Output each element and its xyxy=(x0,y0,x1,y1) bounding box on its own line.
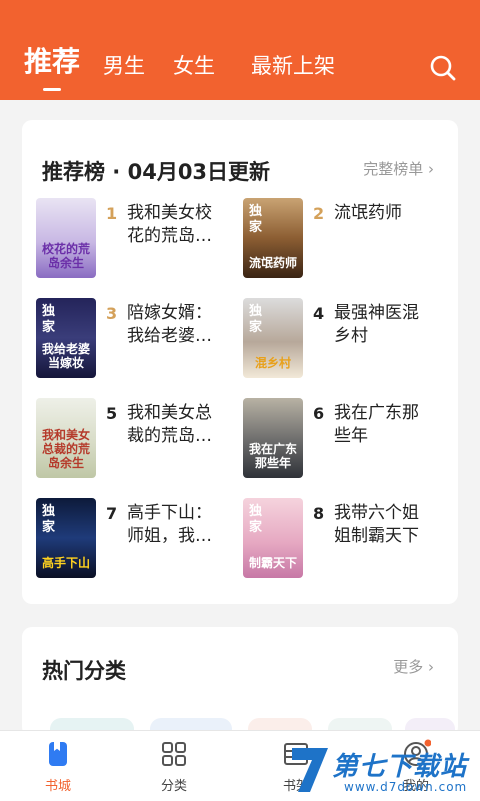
grid-icon xyxy=(162,742,186,766)
bookmark-book-icon xyxy=(49,742,67,766)
book-title: 我和美女总裁的荒岛… xyxy=(127,403,212,446)
tab-male[interactable]: 男生 xyxy=(103,51,145,81)
exclusive-badge: 独家 xyxy=(249,304,263,335)
cover-title: 我在广东那些年 xyxy=(248,442,297,470)
book-title: 我和美女校花的荒岛… xyxy=(127,203,212,246)
book-item[interactable]: 独家 我给老婆当嫁妆 3 陪嫁女婿：我给老婆… xyxy=(36,298,236,380)
watermark: 第七下载站 www.d7down.com xyxy=(290,742,480,800)
book-item[interactable]: 校花的荒岛余生 1 我和美女校花的荒岛… xyxy=(36,198,236,280)
cover-title: 高手下山 xyxy=(41,556,90,570)
rank-number: 3 xyxy=(106,304,118,323)
book-item[interactable]: 独家 混乡村 4 最强神医混乡村 xyxy=(243,298,443,380)
book-cover: 独家 混乡村 xyxy=(243,298,303,378)
book-title: 高手下山：师姐，我… xyxy=(127,503,212,546)
cover-title: 校花的荒岛余生 xyxy=(41,242,90,270)
rank-number: 4 xyxy=(313,304,325,323)
nav-label: 分类 xyxy=(160,779,187,794)
cover-title: 制霸天下 xyxy=(248,556,297,570)
book-cover: 独家 我给老婆当嫁妆 xyxy=(36,298,96,378)
tab-recommend[interactable]: 推荐 xyxy=(24,47,80,77)
rank-number: 7 xyxy=(106,504,118,523)
cover-title: 流氓药师 xyxy=(248,256,297,270)
ranking-card: 推荐榜 · 04月03日更新 完整榜单 › 校花的荒岛余生 1 我和美女校花的荒… xyxy=(22,120,458,604)
rank-number: 6 xyxy=(313,404,325,423)
book-title: 最强神医混乡村 xyxy=(334,303,419,346)
rank-number: 1 xyxy=(106,204,118,223)
book-item[interactable]: 我在广东那些年 6 我在广东那些年 xyxy=(243,398,443,480)
exclusive-badge: 独家 xyxy=(249,204,263,235)
rank-number: 5 xyxy=(106,404,118,423)
book-title: 流氓药师 xyxy=(334,203,402,223)
exclusive-badge: 独家 xyxy=(42,304,56,335)
more-categories-link[interactable]: 更多 › xyxy=(393,656,434,677)
nav-bookstore[interactable]: 书城 xyxy=(18,731,98,801)
exclusive-badge: 独家 xyxy=(249,504,263,535)
book-cover: 我和美女总裁的荒岛余生 xyxy=(36,398,96,478)
cover-title: 我给老婆当嫁妆 xyxy=(41,342,90,370)
rank-number: 2 xyxy=(313,204,325,223)
tab-female[interactable]: 女生 xyxy=(173,51,215,81)
book-title: 我在广东那些年 xyxy=(334,403,419,446)
book-item[interactable]: 独家 制霸天下 8 我带六个姐姐制霸天下 xyxy=(243,498,443,580)
watermark-url: www.d7down.com xyxy=(344,780,468,794)
tab-new-arrivals[interactable]: 最新上架 xyxy=(251,51,335,81)
top-header: 推荐 男生 女生 最新上架 xyxy=(0,0,480,100)
watermark-logo-icon xyxy=(292,748,328,792)
book-title: 我带六个姐姐制霸天下 xyxy=(334,503,419,546)
book-cover: 独家 流氓药师 xyxy=(243,198,303,278)
book-title: 陪嫁女婿：我给老婆… xyxy=(127,303,212,346)
watermark-text: 第七下载站 xyxy=(332,752,468,782)
book-cover: 独家 高手下山 xyxy=(36,498,96,578)
active-tab-indicator xyxy=(43,88,61,91)
cover-title: 混乡村 xyxy=(254,356,291,370)
ranking-title: 推荐榜 · 04月03日更新 xyxy=(42,160,271,184)
nav-label: 书城 xyxy=(44,779,71,794)
search-icon[interactable] xyxy=(428,53,458,83)
book-item[interactable]: 独家 流氓药师 2 流氓药师 xyxy=(243,198,443,280)
nav-categories[interactable]: 分类 xyxy=(134,731,214,801)
full-ranking-link[interactable]: 完整榜单 › xyxy=(363,158,434,179)
hot-categories-title: 热门分类 xyxy=(42,659,126,683)
book-cover: 独家 制霸天下 xyxy=(243,498,303,578)
rank-number: 8 xyxy=(313,504,325,523)
book-cover: 我在广东那些年 xyxy=(243,398,303,478)
book-item[interactable]: 独家 高手下山 7 高手下山：师姐，我… xyxy=(36,498,236,580)
book-cover: 校花的荒岛余生 xyxy=(36,198,96,278)
exclusive-badge: 独家 xyxy=(42,504,56,535)
book-item[interactable]: 我和美女总裁的荒岛余生 5 我和美女总裁的荒岛… xyxy=(36,398,236,480)
cover-title: 我和美女总裁的荒岛余生 xyxy=(41,428,90,470)
